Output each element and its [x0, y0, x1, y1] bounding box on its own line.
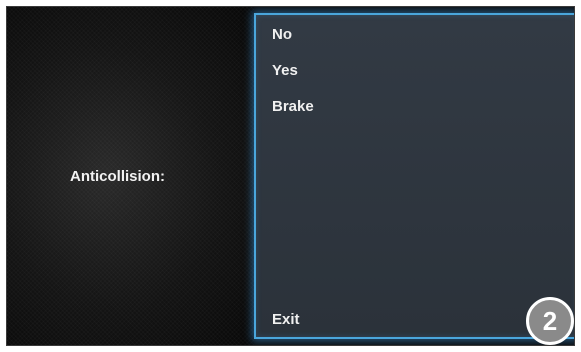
step-number-badge: 2	[526, 297, 574, 345]
anticollision-label: Anticollision:	[70, 168, 165, 185]
display-screen: Anticollision: No Yes Brake Exit	[6, 6, 575, 346]
menu-item-no[interactable]: No	[272, 26, 292, 43]
option-menu-panel: No Yes Brake Exit	[254, 13, 574, 339]
menu-item-yes[interactable]: Yes	[272, 62, 298, 79]
menu-item-brake[interactable]: Brake	[272, 98, 314, 115]
menu-item-exit[interactable]: Exit	[272, 311, 300, 328]
